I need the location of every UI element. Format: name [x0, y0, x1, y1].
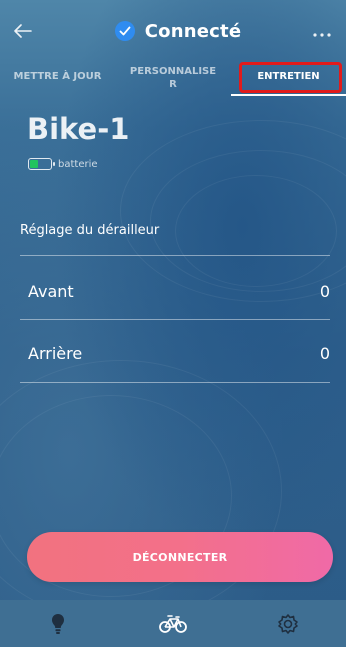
tab-bar: METTRE À JOUR PERSONNALISE R ENTRETIEN [0, 62, 346, 96]
tab-entretien[interactable]: ENTRETIEN [231, 62, 346, 96]
row-value: 0 [319, 343, 330, 363]
bicycle-icon[interactable] [153, 609, 193, 639]
bottom-nav [0, 600, 346, 647]
tab-label-line2: R [169, 79, 177, 90]
divider [20, 255, 330, 256]
app-screen: Connecté METTRE À JOUR PERSONNALISE R EN… [0, 0, 346, 647]
row-label: Avant [28, 281, 74, 301]
page-title: Connecté [144, 20, 242, 42]
list-item-arriere[interactable]: Arrière 0 [28, 341, 330, 365]
battery-icon [28, 158, 55, 170]
active-tab-indicator [231, 94, 346, 96]
connection-status: Connecté [114, 20, 242, 42]
top-bar: Connecté [0, 0, 346, 62]
gear-icon[interactable] [268, 609, 308, 639]
tab-mettre-a-jour[interactable]: METTRE À JOUR [0, 62, 115, 96]
battery-level-fill [30, 160, 38, 168]
tab-personnaliser[interactable]: PERSONNALISE R [116, 62, 231, 96]
list-item-avant[interactable]: Avant 0 [28, 279, 330, 303]
battery-label: batterie [58, 158, 98, 170]
row-label: Arrière [28, 343, 83, 363]
section-title: Réglage du dérailleur [20, 223, 160, 238]
tab-label-line1: PERSONNALISE [129, 66, 217, 77]
row-value: 0 [319, 281, 330, 301]
tab-label: ENTRETIEN [257, 71, 320, 82]
back-arrow-icon[interactable] [14, 19, 32, 43]
tab-label: METTRE À JOUR [13, 71, 102, 82]
background-pattern [175, 175, 337, 287]
more-horizontal-icon[interactable] [312, 19, 332, 43]
lightbulb-icon[interactable] [38, 609, 78, 639]
battery-indicator: batterie [28, 158, 98, 170]
disconnect-button[interactable]: DÉCONNECTER [27, 532, 333, 582]
divider [20, 319, 330, 320]
disconnect-label: DÉCONNECTER [132, 550, 228, 564]
divider [20, 382, 330, 383]
check-circle-icon [114, 21, 135, 41]
bike-name: Bike-1 [27, 112, 130, 146]
